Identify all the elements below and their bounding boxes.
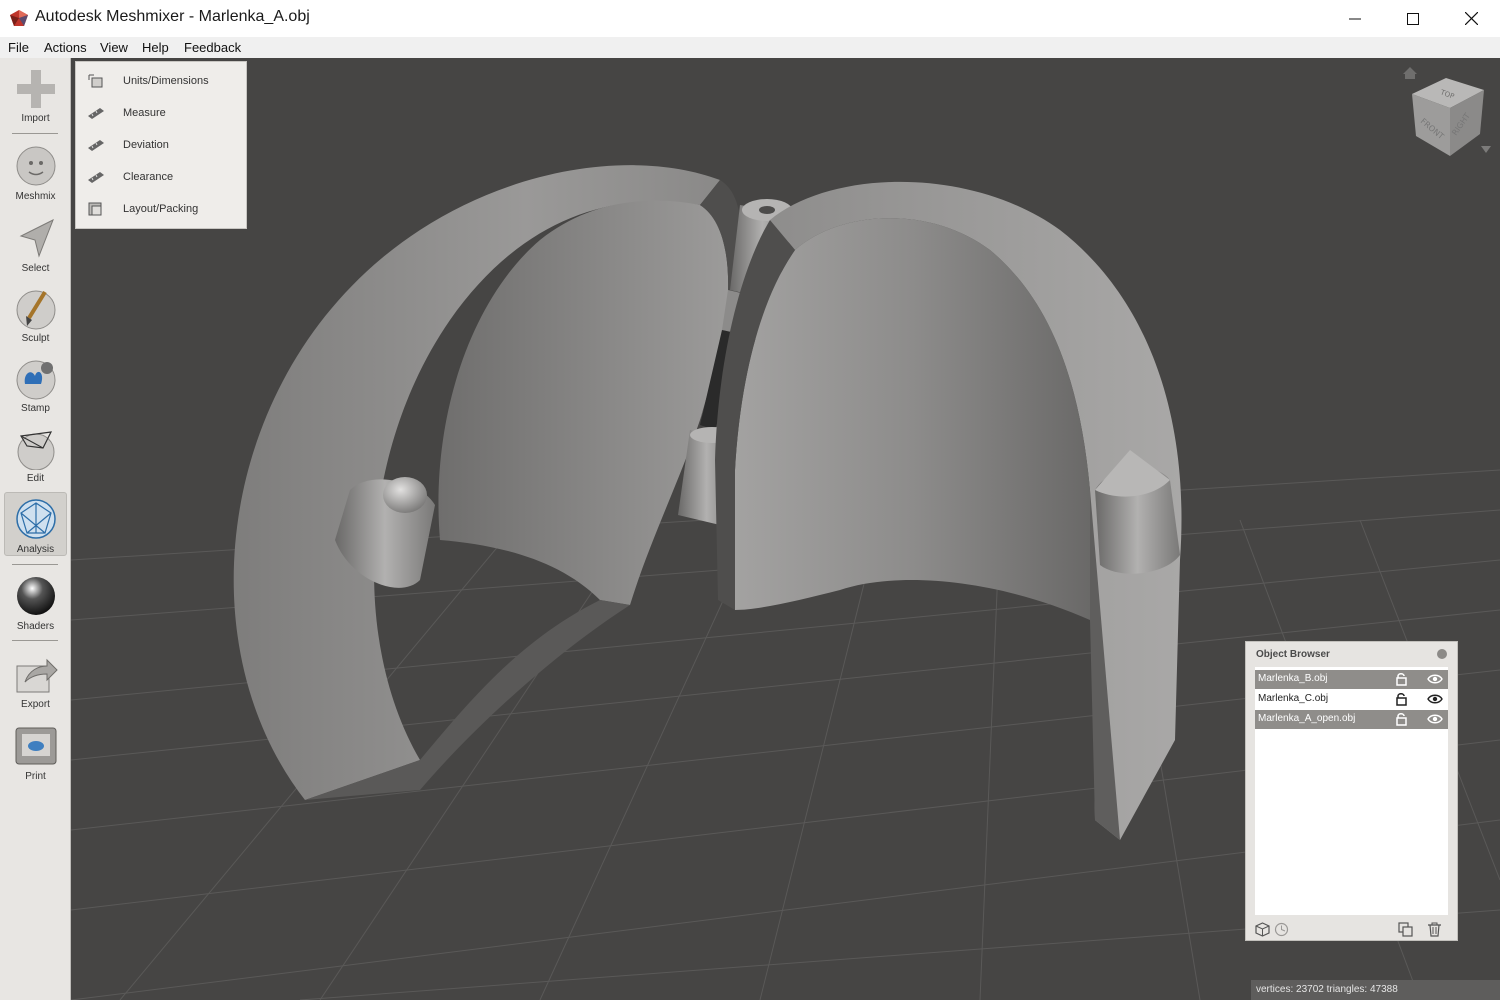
minimize-icon — [1349, 18, 1361, 19]
toolbar-separator — [12, 640, 58, 641]
eye-icon[interactable] — [1427, 673, 1443, 685]
menu-item-clearance[interactable]: Clearance — [76, 161, 246, 193]
tool-label: Meshmix — [15, 191, 56, 202]
shaders-icon — [16, 577, 55, 615]
toolbar-separator — [12, 564, 58, 565]
panel-title: Object Browser — [1256, 649, 1330, 660]
chevron-down-icon[interactable] — [1481, 146, 1491, 153]
view-cube[interactable]: TOP FRONT RIGHT — [1400, 64, 1496, 160]
analysis-icon — [15, 499, 56, 539]
menu-actions[interactable]: Actions — [44, 40, 87, 55]
eye-icon[interactable] — [1427, 693, 1443, 705]
tool-label: Print — [25, 771, 46, 782]
print-icon — [15, 727, 56, 765]
stamp-icon — [16, 360, 55, 400]
clock-icon[interactable] — [1274, 922, 1289, 937]
layout-icon — [88, 202, 102, 216]
toolbar-separator — [12, 133, 58, 134]
menu-bar: File Actions View Help Feedback — [0, 37, 1500, 58]
menu-item-measure[interactable]: Measure — [76, 97, 246, 129]
menu-view[interactable]: View — [100, 40, 128, 55]
trash-icon[interactable] — [1427, 922, 1442, 937]
status-bar: vertices: 23702 triangles: 47388 — [1251, 980, 1500, 1000]
right-shell-model[interactable] — [715, 181, 1182, 840]
object-name: Marlenka_B.obj — [1258, 673, 1328, 684]
meshmixer-logo-icon — [10, 10, 28, 26]
close-button[interactable] — [1442, 0, 1500, 37]
left-shell-model[interactable] — [233, 165, 742, 800]
cube-icon[interactable] — [1255, 922, 1270, 937]
close-icon[interactable] — [1437, 649, 1447, 659]
units-icon — [88, 74, 103, 88]
export-tool[interactable]: Export — [4, 652, 67, 710]
analysis-tool[interactable]: Analysis — [4, 492, 67, 556]
ruler-icon — [88, 140, 104, 151]
menu-feedback[interactable]: Feedback — [184, 40, 241, 55]
menu-item-deviation[interactable]: Deviation — [76, 129, 246, 161]
lock-icon[interactable] — [1395, 672, 1409, 686]
tool-label: Sculpt — [21, 333, 50, 344]
eye-icon[interactable] — [1427, 713, 1443, 725]
menu-item-label: Measure — [123, 107, 166, 119]
edit-icon — [17, 431, 54, 470]
menu-item-layout-packing[interactable]: Layout/Packing — [76, 193, 246, 225]
tool-label: Select — [21, 263, 50, 274]
object-name: Marlenka_C.obj — [1258, 693, 1329, 704]
sculpt-icon — [16, 290, 55, 330]
lock-icon[interactable] — [1395, 692, 1409, 706]
object-browser-panel: Object Browser Marlenka_B.obj Marlenka_C… — [1245, 641, 1458, 941]
menu-item-label: Layout/Packing — [123, 203, 199, 215]
menu-item-label: Clearance — [123, 171, 174, 183]
menu-file[interactable]: File — [8, 40, 29, 55]
mesh-stats: vertices: 23702 triangles: 47388 — [1256, 984, 1398, 995]
object-list: Marlenka_B.obj Marlenka_C.obj Marlenka_A… — [1255, 667, 1448, 915]
import-icon — [16, 70, 55, 108]
tool-label: Edit — [26, 473, 45, 484]
select-icon — [19, 218, 54, 258]
tool-label: Shaders — [16, 621, 55, 632]
window-title: Autodesk Meshmixer - Marlenka_A.obj — [35, 8, 310, 25]
lock-icon[interactable] — [1395, 712, 1409, 726]
maximize-button[interactable] — [1384, 0, 1442, 37]
maximize-icon — [1407, 12, 1419, 25]
menu-help[interactable]: Help — [142, 40, 169, 55]
menu-item-units-dimensions[interactable]: Units/Dimensions — [76, 65, 246, 97]
tool-label: Export — [21, 699, 50, 710]
left-toolbar: Import Meshmix Select Sculpt Stamp Edit … — [0, 58, 71, 1000]
meshmix-tool[interactable]: Meshmix — [4, 144, 67, 202]
edit-tool[interactable]: Edit — [4, 426, 67, 484]
print-tool[interactable]: Print — [4, 724, 67, 782]
menu-item-label: Units/Dimensions — [123, 75, 209, 87]
object-row[interactable]: Marlenka_B.obj — [1255, 670, 1448, 689]
duplicate-icon[interactable] — [1398, 922, 1413, 937]
menu-item-label: Deviation — [123, 139, 169, 151]
ruler-icon — [88, 172, 104, 183]
title-bar: Autodesk Meshmixer - Marlenka_A.obj — [0, 0, 1500, 37]
tool-label: Analysis — [16, 544, 55, 555]
tool-label: Stamp — [21, 403, 50, 414]
close-icon — [1464, 12, 1478, 25]
object-row[interactable]: Marlenka_C.obj — [1255, 690, 1448, 709]
select-tool[interactable]: Select — [4, 216, 67, 274]
sculpt-tool[interactable]: Sculpt — [4, 286, 67, 344]
shaders-tool[interactable]: Shaders — [4, 574, 67, 632]
stamp-tool[interactable]: Stamp — [4, 356, 67, 414]
export-icon — [16, 658, 58, 693]
minimize-button[interactable] — [1326, 0, 1384, 37]
ruler-icon — [88, 108, 104, 119]
tool-label: Import — [21, 113, 50, 124]
meshmix-icon — [16, 146, 55, 186]
analysis-menu: Units/Dimensions Measure Deviation Clear… — [75, 61, 247, 229]
import-tool[interactable]: Import — [4, 68, 67, 124]
object-row[interactable]: Marlenka_A_open.obj — [1255, 710, 1448, 729]
home-icon[interactable] — [1403, 67, 1417, 79]
object-name: Marlenka_A_open.obj — [1258, 713, 1356, 724]
